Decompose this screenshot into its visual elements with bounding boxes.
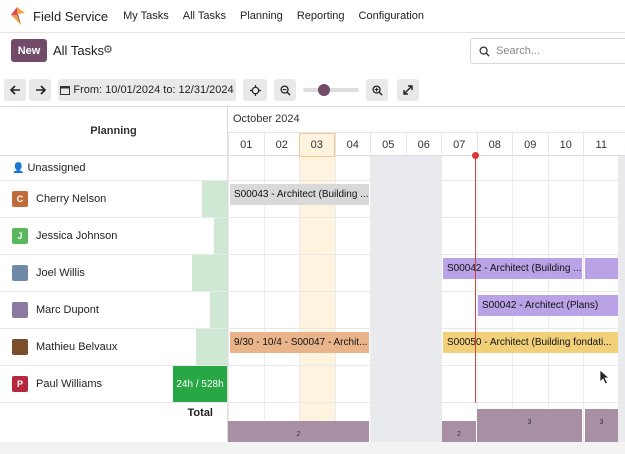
total-bar: 3: [585, 409, 618, 445]
day-cell: 01: [228, 133, 264, 157]
mouse-cursor-icon: [599, 369, 611, 385]
row-name: Unassigned: [27, 162, 86, 174]
search-input[interactable]: [496, 45, 616, 57]
workload-bar: [202, 181, 227, 217]
row-label: P Paul Williams 24h / 528h: [0, 366, 228, 402]
arrow-left-icon: [9, 85, 20, 95]
row-label: Joel Willis: [0, 255, 228, 291]
avatar: C: [12, 191, 28, 207]
zoom-slider-thumb[interactable]: [318, 84, 331, 96]
breadcrumb: All Tasks: [53, 43, 105, 58]
top-navbar: Field Service My Tasks All Tasks Plannin…: [0, 0, 625, 33]
search-box[interactable]: [470, 38, 625, 64]
zoom-out-icon: [279, 84, 291, 96]
zoom-slider[interactable]: [303, 84, 359, 96]
date-range-button[interactable]: From: 10/01/2024 to: 12/31/2024: [58, 79, 236, 101]
zoom-in-icon: [371, 84, 383, 96]
avatar: [12, 302, 28, 318]
gantt-view: Planning October 2024 01 02 03 04 05 06 07 08 09…: [0, 106, 625, 454]
avatar: [12, 265, 28, 281]
day-cell: 02: [263, 133, 300, 157]
row-name: Paul Williams: [36, 378, 103, 390]
horizontal-scrollbar[interactable]: [0, 442, 625, 454]
day-cell: 03: [299, 133, 335, 157]
day-cell: 04: [334, 133, 371, 157]
field-service-app-icon[interactable]: [9, 7, 25, 25]
workload-bar-full: 24h / 528h: [173, 366, 227, 402]
menu-all-tasks[interactable]: All Tasks: [183, 10, 226, 22]
row-name: Cherry Nelson: [36, 193, 107, 205]
gear-icon[interactable]: ⚙: [103, 43, 113, 56]
date-range-label: From: 10/01/2024 to: 12/31/2024: [73, 84, 234, 96]
menu-planning[interactable]: Planning: [240, 10, 283, 22]
gantt-toolbar: From: 10/01/2024 to: 12/31/2024: [0, 76, 625, 104]
total-bar: 3: [477, 409, 582, 445]
day-cell: 10: [547, 133, 584, 157]
row-name: Jessica Johnson: [36, 230, 118, 242]
day-cell: 08: [476, 133, 513, 157]
day-cell: 05: [370, 133, 406, 157]
task-pill[interactable]: S00042 - Architect (Plans): [478, 295, 618, 316]
menu-reporting[interactable]: Reporting: [297, 10, 345, 22]
menu-my-tasks[interactable]: My Tasks: [123, 10, 169, 22]
day-header-row: 01 02 03 04 05 06 07 08 09 10 11: [228, 132, 625, 157]
avatar: J: [12, 228, 28, 244]
row-name: Marc Dupont: [36, 304, 99, 316]
planning-header: Planning: [0, 107, 228, 156]
next-button[interactable]: [29, 79, 51, 101]
task-pill[interactable]: S00043 - Architect (Building ...: [230, 184, 369, 205]
row-label: J Jessica Johnson: [0, 218, 228, 254]
avatar: [12, 339, 28, 355]
row-label: Marc Dupont: [0, 292, 228, 328]
workload-bar: [210, 292, 227, 328]
day-cell: 09: [512, 133, 548, 157]
row-jessica-johnson: J Jessica Johnson: [0, 218, 625, 255]
search-icon: [479, 45, 490, 57]
row-label: Mathieu Belvaux: [0, 329, 228, 365]
day-cell: 06: [405, 133, 442, 157]
arrow-right-icon: [35, 85, 46, 95]
new-button[interactable]: New: [11, 39, 47, 62]
calendar-icon: [60, 86, 71, 95]
row-name: Joel Willis: [36, 267, 85, 279]
workload-bar: [192, 255, 227, 291]
task-pill[interactable]: 9/30 - 10/4 - S00047 - Archit...: [230, 332, 369, 353]
row-label: 👤 Unassigned: [0, 156, 228, 180]
focus-today-button[interactable]: [243, 79, 267, 101]
menu-configuration[interactable]: Configuration: [359, 10, 424, 22]
expand-icon: [403, 85, 413, 95]
month-label: October 2024: [233, 113, 300, 125]
task-pill-continued[interactable]: [585, 258, 618, 279]
previous-button[interactable]: [4, 79, 26, 101]
crosshair-icon: [249, 84, 261, 96]
zoom-in-button[interactable]: [366, 79, 388, 101]
task-pill[interactable]: S00050 - Architect (Building fondati...: [443, 332, 618, 353]
avatar: P: [12, 376, 28, 392]
row-unassigned: 👤 Unassigned: [0, 156, 625, 181]
workload-bar: [196, 329, 227, 365]
expand-button[interactable]: [397, 79, 419, 101]
workload-bar: [214, 218, 227, 254]
day-cell: 07: [441, 133, 477, 157]
day-cell: 11: [583, 133, 619, 157]
user-icon: 👤: [12, 162, 25, 174]
row-name: Mathieu Belvaux: [36, 341, 118, 353]
zoom-out-button[interactable]: [274, 79, 296, 101]
today-line: [475, 155, 476, 403]
control-panel: New All Tasks ⚙: [0, 33, 625, 71]
task-pill[interactable]: S00042 - Architect (Building ...: [443, 258, 582, 279]
app-name[interactable]: Field Service: [33, 9, 108, 24]
today-marker: [472, 152, 479, 159]
row-label: C Cherry Nelson: [0, 181, 228, 217]
row-paul-williams: P Paul Williams 24h / 528h: [0, 366, 625, 403]
